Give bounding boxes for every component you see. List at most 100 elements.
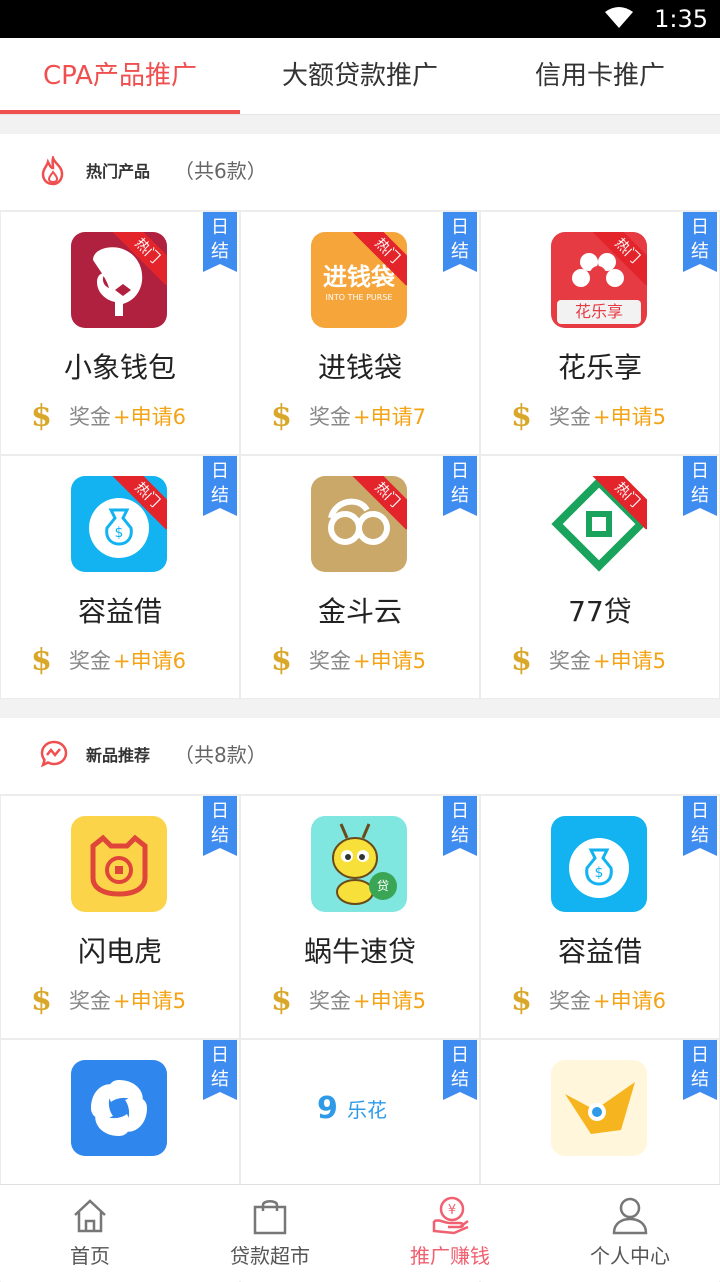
ribbon-label: 日结 — [691, 461, 709, 506]
product-logo — [551, 1060, 647, 1156]
svg-text:$: $ — [595, 865, 604, 881]
product-logo — [71, 1060, 167, 1156]
tab-label: 信用卡推广 — [534, 61, 665, 91]
product-name: 蜗牛速贷 — [303, 935, 416, 968]
product-logo: 贷 — [311, 816, 407, 912]
section-title: 新品推荐 — [86, 746, 151, 765]
reward-value: +申请7 — [353, 405, 426, 429]
product-card[interactable]: 进钱袋 INTO THE PURSE 热门 进钱袋 $ 奖金 +申请7 日结 — [241, 212, 479, 454]
reward-label: 奖金 — [549, 405, 591, 429]
reward-label: 奖金 — [69, 649, 111, 673]
snail-logo — [332, 823, 397, 905]
tab-cpa-products[interactable]: CPA产品推广 — [0, 38, 240, 114]
product-logo: $ — [551, 816, 647, 912]
tab-label: 大额贷款推广 — [281, 61, 438, 91]
section-header: 新品推荐 （共8款） — [0, 718, 720, 796]
home-icon — [74, 1199, 106, 1233]
nav-profile[interactable]: 个人中心 — [540, 1185, 720, 1281]
product-card[interactable]: 热门 77贷 $ 奖金 +申请5 日结 — [481, 456, 719, 698]
product-name: 容益借 — [77, 595, 162, 628]
new-products-section: 新品推荐 （共8款） 闪电虎 $ 奖金 +申请5 日结 贷 蜗牛速贷 $ 奖金 … — [0, 718, 720, 1282]
section-count: （共6款） — [174, 159, 267, 183]
reward-label: 奖金 — [69, 405, 111, 429]
reward-label: 奖金 — [309, 649, 351, 673]
dollar-coin-icon: $ — [31, 983, 52, 1018]
product-name: 容益借 — [557, 935, 642, 968]
product-card[interactable]: 贷 蜗牛速贷 $ 奖金 +申请5 日结 — [241, 796, 479, 1038]
reward-value: +申请5 — [593, 649, 666, 673]
section-count: （共8款） — [174, 743, 267, 767]
user-icon — [612, 1197, 648, 1235]
reward-label: 奖金 — [549, 989, 591, 1013]
hot-products-section: 热门产品 （共6款） 热门 小象钱包 $ 奖金 +申请6 日结 进钱袋 INTO… — [0, 134, 720, 698]
dollar-coin-icon: $ — [511, 643, 532, 678]
dollar-coin-icon: $ — [271, 643, 292, 678]
ribbon-label: 日结 — [451, 461, 469, 506]
logo-subtext: INTO THE PURSE — [325, 293, 393, 302]
tab-credit-cards[interactable]: 信用卡推广 — [480, 38, 720, 114]
nav-loan-market[interactable]: 贷款超市 — [180, 1185, 360, 1281]
ribbon-label: 日结 — [451, 217, 469, 262]
nav-label: 个人中心 — [590, 1244, 670, 1268]
tiger-logo — [90, 834, 148, 897]
product-card[interactable]: 闪电虎 $ 奖金 +申请5 日结 — [1, 796, 239, 1038]
nav-promote-earn[interactable]: ¥ 推广赚钱 — [360, 1185, 540, 1281]
logo-text: 花乐享 — [574, 302, 623, 321]
product-name: 金斗云 — [317, 595, 402, 628]
reward-value: +申请6 — [113, 405, 186, 429]
dollar-coin-icon: $ — [511, 399, 532, 434]
promote-money-icon: ¥ — [432, 1196, 469, 1235]
shopping-bag-icon — [253, 1200, 287, 1235]
ribbon-label: 日结 — [211, 801, 229, 846]
ribbon-label: 日结 — [691, 801, 709, 846]
lehua-9-mark: 9 — [317, 1091, 338, 1126]
nav-label: 首页 — [70, 1244, 110, 1268]
ribbon-label: 日结 — [691, 1045, 709, 1090]
product-logo: 热门 — [551, 476, 647, 572]
active-tab-indicator — [0, 110, 240, 114]
product-logo: 进钱袋 INTO THE PURSE 热门 — [311, 232, 407, 328]
reward-label: 奖金 — [309, 405, 351, 429]
status-bar: 1:35 — [0, 0, 720, 38]
dollar-coin-icon: $ — [31, 399, 52, 434]
product-name: 闪电虎 — [77, 935, 162, 968]
product-card[interactable]: 热门 小象钱包 $ 奖金 +申请6 日结 — [1, 212, 239, 454]
dollar-coin-icon: $ — [271, 983, 292, 1018]
product-name: 77贷 — [568, 595, 632, 628]
product-card[interactable]: $ 热门 容益借 $ 奖金 +申请6 日结 — [1, 456, 239, 698]
dollar-coin-icon: $ — [511, 983, 532, 1018]
dollar-coin-icon: $ — [31, 643, 52, 678]
tab-large-loans[interactable]: 大额贷款推广 — [240, 38, 480, 114]
dollar-coin-icon: $ — [271, 399, 292, 434]
bottom-navigation: 首页 贷款超市 ¥ 推广赚钱 个人中心 — [0, 1184, 720, 1281]
ribbon-label: 日结 — [691, 217, 709, 262]
product-name: 小象钱包 — [63, 351, 176, 384]
ribbon-label: 日结 — [211, 461, 229, 506]
reward-value: +申请5 — [593, 405, 666, 429]
money-bag-logo: $ — [569, 838, 629, 898]
tab-label: CPA产品推广 — [43, 61, 197, 91]
svg-text:¥: ¥ — [448, 1203, 456, 1218]
reward-label: 奖金 — [549, 649, 591, 673]
reward-value: +申请5 — [353, 989, 426, 1013]
section-header: 热门产品 （共6款） — [0, 134, 720, 212]
nav-home[interactable]: 首页 — [0, 1185, 180, 1281]
nav-label: 推广赚钱 — [410, 1244, 490, 1268]
product-card[interactable]: 热门 金斗云 $ 奖金 +申请5 日结 — [241, 456, 479, 698]
product-card[interactable]: $ 容益借 $ 奖金 +申请6 日结 — [481, 796, 719, 1038]
bird-logo — [565, 1082, 635, 1134]
reward-value: +申请6 — [593, 989, 666, 1013]
swirl-logo — [91, 1080, 147, 1136]
svg-text:$: $ — [115, 525, 124, 541]
flame-icon — [41, 156, 64, 186]
product-logo: 热门 — [71, 232, 167, 328]
reward-label: 奖金 — [69, 989, 111, 1013]
product-logo — [71, 816, 167, 912]
product-card[interactable]: 花乐享 热门 花乐享 $ 奖金 +申请5 日结 — [481, 212, 719, 454]
product-logo: 热门 — [311, 476, 407, 572]
product-logo: 9 乐花 — [311, 1060, 407, 1156]
reward-value: +申请6 — [113, 649, 186, 673]
logo-text: 乐花 — [347, 1098, 387, 1122]
ribbon-label: 日结 — [211, 217, 229, 262]
reward-label: 奖金 — [309, 989, 351, 1013]
